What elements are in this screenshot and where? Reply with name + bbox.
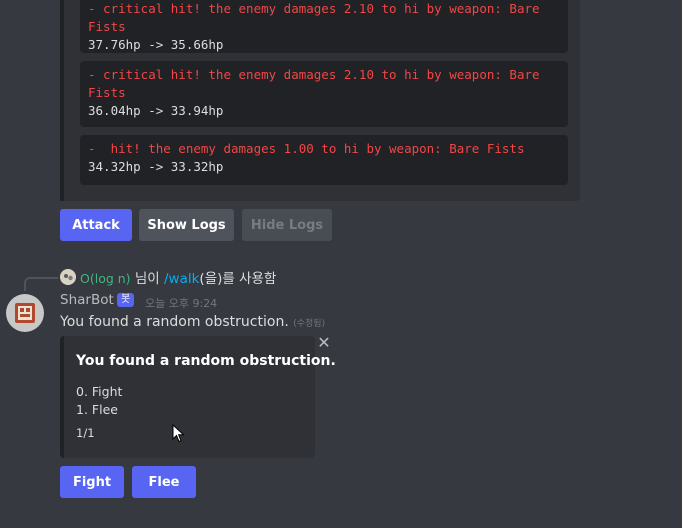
embed-title: You found a random obstruction. [76,353,336,369]
author-name[interactable]: SharBot [60,292,114,308]
log-line: - critical hit! the enemy damages 2.10 t… [88,1,548,34]
log-entry: - hit! the enemy damages 1.00 to hi by w… [80,135,568,185]
reply-connector [24,277,58,291]
bot-badge: 봇 [117,293,135,307]
show-logs-button[interactable]: Show Logs [139,209,234,241]
mouse-cursor-icon [172,424,185,443]
bot-avatar[interactable] [6,294,44,332]
user-avatar-icon [60,269,76,285]
embed-option: 0. Fight [76,384,123,399]
message-text: You found a random obstruction. [60,314,289,330]
reply-preview: O(log n) 님이 /walk(을)를 사용함 [80,267,276,287]
reply-suffix: (을)를 사용함 [199,271,277,287]
reply-avatar[interactable] [60,269,76,285]
log-entry: - critical hit! the enemy damages 2.10 t… [80,0,568,53]
reply-command[interactable]: /walk [164,271,199,287]
flee-button[interactable]: Flee [132,466,196,498]
bot-avatar-icon [15,303,35,323]
log-hp: 34.32hp -> 33.32hp [88,159,224,174]
embed: You found a random obstruction. 0. Fight… [60,336,336,458]
log-entry: - critical hit! the enemy damages 2.10 t… [80,61,568,127]
timestamp: 오늘 오후 9:24 [145,297,218,310]
log-line: - critical hit! the enemy damages 2.10 t… [88,67,548,100]
attack-button[interactable]: Attack [60,209,132,241]
previous-embed: - critical hit! the enemy damages 2.10 t… [60,0,580,201]
log-hp: 37.76hp -> 35.66hp [88,37,224,52]
message-content: You found a random obstruction. (수정됨) [60,314,325,330]
fight-button[interactable]: Fight [60,466,124,498]
reply-mid-text: 님이 [130,271,164,287]
dismiss-embed-icon[interactable]: ✕ [317,335,331,351]
embed-option: 1. Flee [76,402,118,417]
edited-label: (수정됨) [293,319,326,329]
hide-logs-button: Hide Logs [242,209,332,241]
reply-username[interactable]: O(log n) [80,271,131,286]
log-line: - hit! the enemy damages 1.00 to hi by w… [88,141,525,156]
log-hp: 36.04hp -> 33.94hp [88,103,224,118]
embed-footer: 1/1 [76,426,95,440]
